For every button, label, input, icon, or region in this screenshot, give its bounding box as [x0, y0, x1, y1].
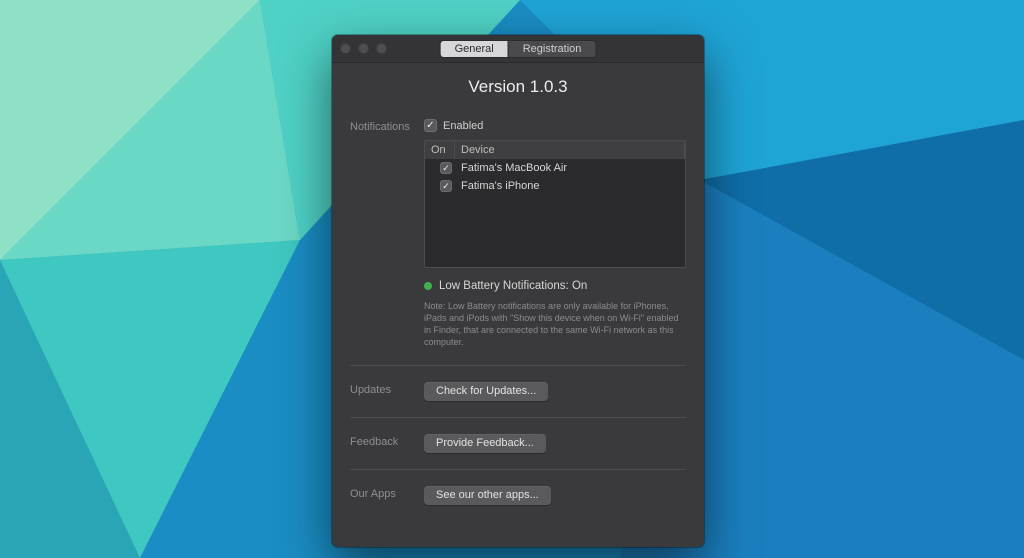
low-battery-status: Low Battery Notifications: On: [424, 280, 686, 292]
table-header: On Device: [425, 141, 685, 159]
row-checkbox-icon[interactable]: [440, 162, 452, 174]
preferences-window: General Registration Version 1.0.3 Notif…: [332, 35, 704, 547]
table-row[interactable]: Fatima's iPhone: [425, 177, 685, 195]
section-updates: Updates Check for Updates...: [350, 382, 686, 401]
section-our-apps: Our Apps See our other apps...: [350, 486, 686, 505]
window-titlebar[interactable]: General Registration: [332, 35, 704, 63]
traffic-lights: [340, 43, 387, 54]
zoom-icon[interactable]: [376, 43, 387, 54]
col-on[interactable]: On: [425, 141, 455, 159]
table-row[interactable]: Fatima's MacBook Air: [425, 159, 685, 177]
tab-registration[interactable]: Registration: [508, 41, 596, 57]
row-device: Fatima's MacBook Air: [461, 162, 679, 174]
minimize-icon[interactable]: [358, 43, 369, 54]
section-label-ourapps: Our Apps: [350, 486, 424, 500]
low-battery-note: Note: Low Battery notifications are only…: [424, 300, 686, 349]
divider: [350, 469, 686, 470]
status-text: Low Battery Notifications: On: [439, 280, 587, 292]
row-device: Fatima's iPhone: [461, 180, 679, 192]
section-label-feedback: Feedback: [350, 434, 424, 448]
section-label-notifications: Notifications: [350, 119, 424, 133]
device-table: On Device Fatima's MacBook Air Fatima's …: [424, 140, 686, 268]
status-dot-icon: [424, 282, 432, 290]
section-label-updates: Updates: [350, 382, 424, 396]
row-checkbox-icon[interactable]: [440, 180, 452, 192]
close-icon[interactable]: [340, 43, 351, 54]
provide-feedback-button[interactable]: Provide Feedback...: [424, 434, 546, 453]
version-heading: Version 1.0.3: [350, 77, 686, 97]
divider: [350, 417, 686, 418]
checkbox-icon: [424, 119, 437, 132]
tab-general[interactable]: General: [441, 41, 508, 57]
window-body: Version 1.0.3 Notifications Enabled On D…: [332, 63, 704, 547]
section-notifications: Notifications Enabled On Device Fatima's…: [350, 119, 686, 349]
check-for-updates-button[interactable]: Check for Updates...: [424, 382, 548, 401]
notifications-enabled-checkbox[interactable]: Enabled: [424, 119, 686, 132]
checkbox-label: Enabled: [443, 120, 483, 132]
col-device[interactable]: Device: [455, 141, 685, 159]
tab-segmented-control: General Registration: [440, 40, 597, 58]
section-feedback: Feedback Provide Feedback...: [350, 434, 686, 453]
see-other-apps-button[interactable]: See our other apps...: [424, 486, 551, 505]
divider: [350, 365, 686, 366]
